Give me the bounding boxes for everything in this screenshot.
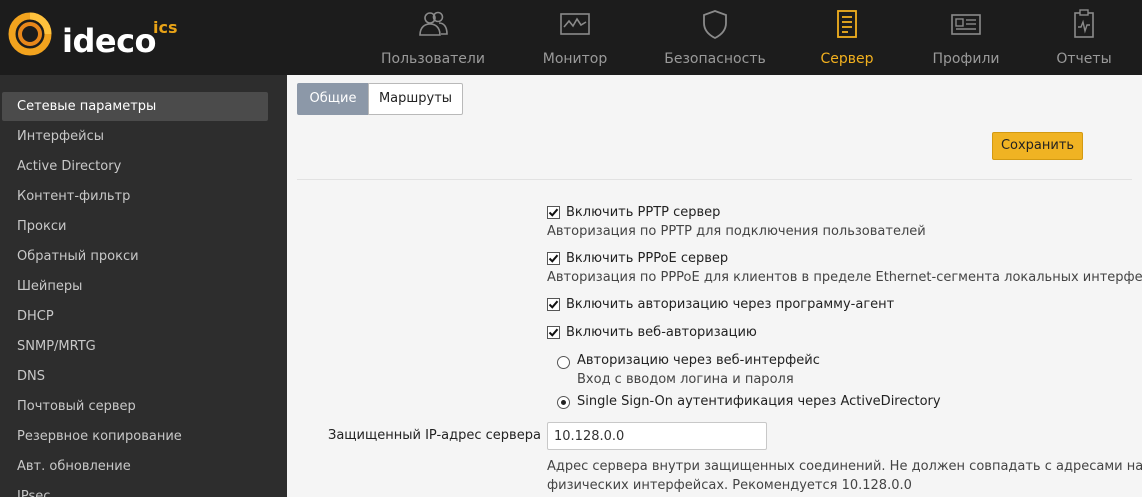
agent-label: Включить авторизацию через программу-аге… xyxy=(566,297,895,312)
sidebar-item-content-filter[interactable]: Контент-фильтр xyxy=(2,182,268,211)
pppoe-label: Включить PPPoE сервер xyxy=(566,251,729,266)
sso-label: Single Sign-On аутентификация через Acti… xyxy=(577,394,941,409)
logo-text: ideco xyxy=(62,22,157,60)
id-card-icon xyxy=(951,14,981,35)
sidebar-item-mail-server[interactable]: Почтовый сервер xyxy=(2,392,268,421)
web-auth-label: Включить веб-авторизацию xyxy=(566,325,757,340)
sidebar: Сетевые параметры Интерфейсы Active Dire… xyxy=(0,75,287,497)
sidebar-item-auto-update[interactable]: Авт. обновление xyxy=(2,452,268,481)
secure-ip-hint-line2: физических интерфейсах. Рекомендуется 10… xyxy=(547,478,912,493)
nav-server[interactable]: Сервер xyxy=(805,0,889,75)
checkmark-icon xyxy=(548,208,559,217)
nav-label: Сервер xyxy=(820,51,874,67)
nav-reports[interactable]: Отчеты xyxy=(1046,0,1122,75)
nav-label: Монитор xyxy=(542,51,608,67)
agent-checkbox[interactable] xyxy=(547,298,560,311)
sidebar-item-ipsec[interactable]: IPsec xyxy=(2,482,268,497)
pppoe-checkbox[interactable] xyxy=(547,252,560,265)
server-icon xyxy=(837,10,857,38)
divider xyxy=(297,179,1132,180)
sidebar-item-shapers[interactable]: Шейперы xyxy=(2,272,268,301)
sidebar-item-dhcp[interactable]: DHCP xyxy=(2,302,268,331)
nav-label: Профили xyxy=(932,51,1000,67)
sidebar-item-backup[interactable]: Резервное копирование xyxy=(2,422,268,451)
nav-label: Отчеты xyxy=(1056,51,1112,67)
sidebar-item-dns[interactable]: DNS xyxy=(2,362,268,391)
nav-security[interactable]: Безопасность xyxy=(656,0,774,75)
checkmark-icon xyxy=(548,254,559,263)
pppoe-hint: Авторизация по PPPoE для клиентов в пред… xyxy=(547,270,1142,285)
pptp-label: Включить PPTP сервер xyxy=(566,205,721,220)
main-content: Общие Маршруты Сохранить Включить PPTP с… xyxy=(287,75,1142,497)
users-icon xyxy=(419,11,448,36)
sidebar-item-snmp[interactable]: SNMP/MRTG xyxy=(2,332,268,361)
secure-ip-input[interactable] xyxy=(547,422,767,450)
pptp-checkbox[interactable] xyxy=(547,206,560,219)
save-button[interactable]: Сохранить xyxy=(992,132,1083,160)
sidebar-item-network[interactable]: Сетевые параметры xyxy=(2,92,268,121)
sidebar-item-reverse-proxy[interactable]: Обратный прокси xyxy=(2,242,268,271)
nav-profiles[interactable]: Профили xyxy=(920,0,1012,75)
checkmark-icon xyxy=(548,328,559,337)
top-bar: ideco ics Пользователи Монитор Безопасно… xyxy=(0,0,1142,75)
logo-suffix: ics xyxy=(153,18,178,37)
checkmark-icon xyxy=(548,300,559,309)
monitor-icon xyxy=(560,13,590,35)
sidebar-item-proxy[interactable]: Прокси xyxy=(2,212,268,241)
sidebar-item-active-directory[interactable]: Active Directory xyxy=(2,152,268,181)
sso-radio[interactable] xyxy=(557,396,570,409)
web-interface-hint: Вход с вводом логина и пароля xyxy=(577,372,794,387)
pptp-hint: Авторизация по PPTP для подключения поль… xyxy=(547,224,926,239)
report-icon xyxy=(1074,9,1094,38)
secure-ip-hint-line1: Адрес сервера внутри защищенных соединен… xyxy=(547,459,1142,474)
sidebar-item-interfaces[interactable]: Интерфейсы xyxy=(2,122,268,151)
tab-routes[interactable]: Маршруты xyxy=(368,83,463,115)
logo[interactable]: ideco ics xyxy=(6,10,206,60)
logo-ring-icon xyxy=(8,12,52,56)
web-interface-radio[interactable] xyxy=(557,356,570,369)
nav-label: Пользователи xyxy=(381,51,485,67)
secure-ip-label: Защищенный IP-адрес сервера xyxy=(328,428,541,443)
tab-general[interactable]: Общие xyxy=(297,83,369,115)
web-auth-checkbox[interactable] xyxy=(547,326,560,339)
nav-monitor[interactable]: Монитор xyxy=(524,0,626,75)
radio-dot xyxy=(561,400,566,405)
nav-users[interactable]: Пользователи xyxy=(372,0,494,75)
web-interface-label: Авторизацию через веб-интерфейс xyxy=(577,353,820,368)
nav-label: Безопасность xyxy=(664,51,766,67)
shield-icon xyxy=(703,10,727,40)
